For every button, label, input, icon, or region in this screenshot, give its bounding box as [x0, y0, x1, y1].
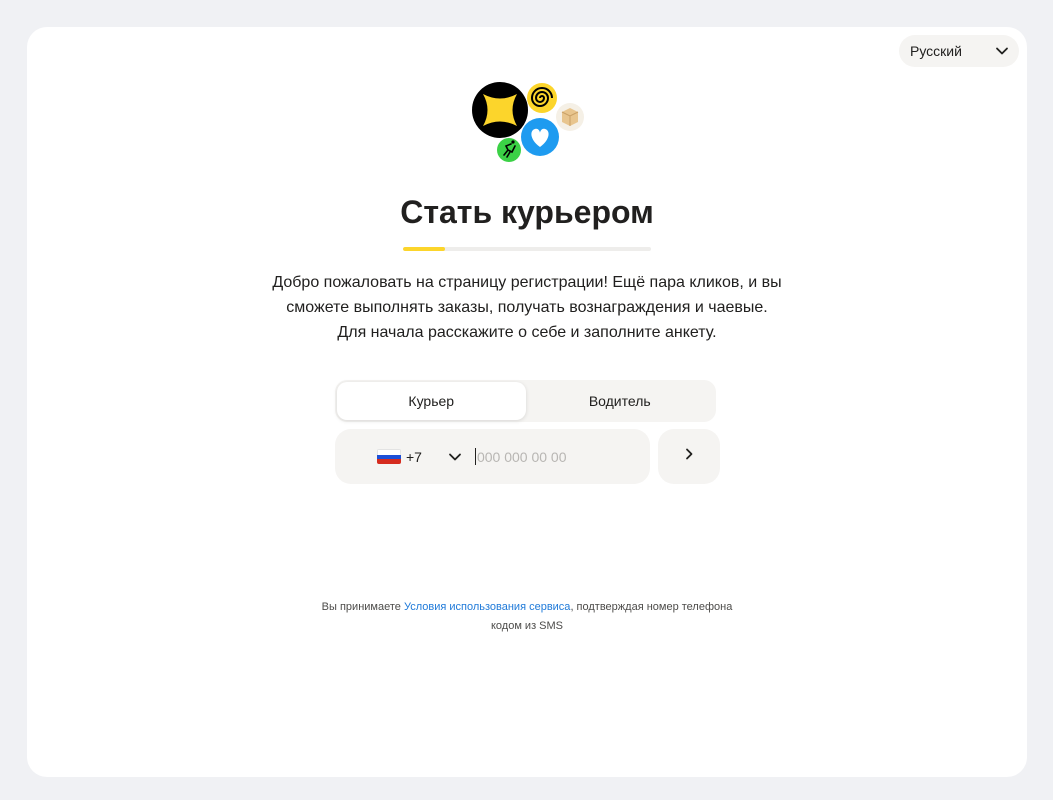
- intro-line-1: Добро пожаловать на страницу регистрации…: [272, 274, 782, 291]
- spiral-icon: [527, 83, 557, 113]
- next-button[interactable]: [658, 429, 720, 484]
- heart-icon: [521, 118, 559, 156]
- intro-line-2: сможете выполнять заказы, получать возна…: [286, 299, 768, 316]
- country-code: +7: [406, 448, 422, 465]
- terms-of-service-link[interactable]: Условия использования сервиса: [404, 601, 571, 613]
- tab-courier[interactable]: Курьер: [337, 382, 526, 420]
- role-switch: Курьер Водитель: [335, 380, 716, 422]
- language-select-value: Русский: [910, 43, 962, 59]
- yandex-pro-star-icon: [472, 82, 528, 138]
- brand-logo-cluster: [471, 81, 587, 165]
- tab-driver[interactable]: Водитель: [526, 382, 715, 420]
- running-figure-icon: [497, 138, 521, 162]
- terms-notice: Вы принимаете Условия использования серв…: [227, 598, 827, 636]
- chevron-down-icon: [995, 44, 1009, 58]
- terms-prefix: Вы принимаете: [321, 601, 404, 613]
- phone-field: +7: [335, 429, 650, 484]
- chevron-right-icon: [682, 447, 696, 466]
- page-title: Стать курьером: [400, 194, 654, 230]
- terms-line-2: кодом из SMS: [490, 620, 564, 632]
- country-code-select[interactable]: +7: [377, 429, 462, 484]
- registration-progress-bar: [403, 247, 651, 251]
- russia-flag-icon: [377, 449, 401, 464]
- language-select[interactable]: Русский: [899, 35, 1019, 67]
- phone-number-input[interactable]: [474, 448, 627, 465]
- registration-progress-fill: [403, 247, 446, 251]
- intro-text: Добро пожаловать на страницу регистрации…: [227, 270, 827, 345]
- box-icon: [556, 103, 584, 131]
- chevron-down-icon: [448, 450, 462, 464]
- registration-card: Русский Стать курьером Добро пожаловать …: [27, 27, 1027, 777]
- terms-suffix: , подтверждая номер телефона: [570, 601, 733, 613]
- intro-line-3: Для начала расскажите о себе и заполните…: [337, 324, 717, 341]
